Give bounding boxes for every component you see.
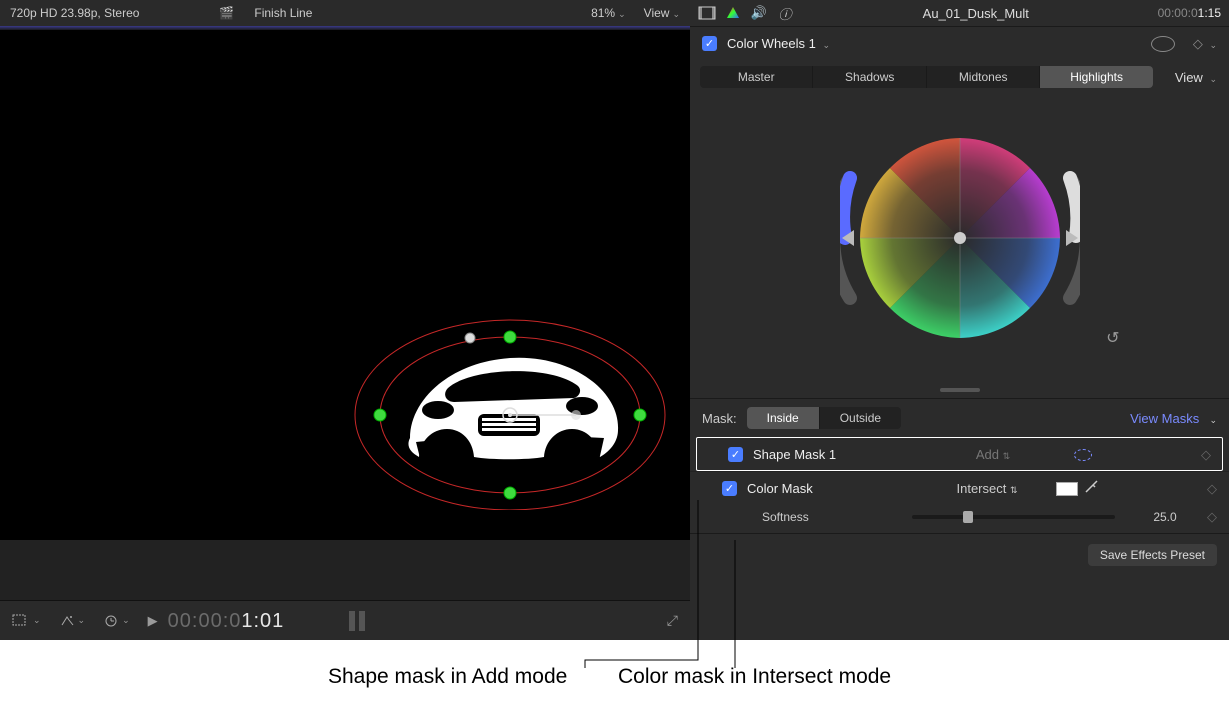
effect-row: ✓ Color Wheels 1 ⌄ ◇ ⌄ — [690, 26, 1229, 60]
wheel-view-menu[interactable]: View ⌄ — [1175, 70, 1217, 85]
retime-menu[interactable]: ⌄ — [103, 614, 130, 628]
tone-tabs: Master Shadows Midtones Highlights — [700, 66, 1153, 88]
mask-outside-button[interactable]: Outside — [820, 407, 901, 429]
enhance-menu[interactable]: ⌄ — [59, 614, 86, 628]
viewer-panel: 720p HD 23.98p, Stereo 🎬 Finish Line 81%… — [0, 0, 690, 640]
format-label: 720p HD 23.98p, Stereo — [10, 6, 139, 20]
eyedropper-icon[interactable] — [1084, 480, 1098, 497]
viewer-timecode[interactable]: 00:00:01:01 — [168, 608, 285, 633]
color-wheel[interactable]: ↺ — [840, 118, 1080, 358]
zoom-menu[interactable]: 81%⌄ — [591, 6, 626, 20]
effect-enabled-checkbox[interactable]: ✓ — [702, 36, 717, 51]
tab-master[interactable]: Master — [700, 66, 813, 88]
clip-title: Finish Line — [254, 6, 591, 20]
shape-mask-name: Shape Mask 1 — [753, 447, 933, 462]
skimmer-indicator — [349, 611, 365, 631]
shape-mask-mode-menu[interactable]: Add ⇅ — [933, 447, 1053, 462]
fullscreen-icon[interactable]: ⤢ — [667, 612, 678, 629]
color-mask-checkbox[interactable]: ✓ — [722, 481, 737, 496]
mask-section: Mask: Inside Outside View Masks ⌄ — [690, 398, 1229, 437]
annotation-color-intersect: Color mask in Intersect mode — [618, 665, 891, 689]
inspector-panel: 🔊 ⓘ Au_01_Dusk_Mult 00:00:01:15 ✓ Color … — [690, 0, 1229, 640]
inspector-header: 🔊 ⓘ Au_01_Dusk_Mult 00:00:01:15 — [690, 0, 1229, 26]
video-inspector-icon[interactable] — [698, 4, 716, 22]
shape-mask-checkbox[interactable]: ✓ — [728, 447, 743, 462]
view-masks-menu[interactable]: View Masks ⌄ — [1130, 411, 1217, 426]
color-mask-keyframe-icon[interactable]: ◇ — [1207, 481, 1217, 497]
softness-value[interactable]: 25.0 — [1135, 510, 1195, 524]
shape-mask-shape-icon[interactable] — [1053, 449, 1113, 461]
view-menu[interactable]: View⌄ — [644, 6, 680, 20]
viewer-footer: ⌄ ⌄ ⌄ ▶ 00:00:01:01 ⤢ — [0, 600, 690, 640]
reset-icon[interactable]: ↺ — [1106, 328, 1119, 348]
clapboard-icon[interactable]: 🎬 — [219, 6, 234, 20]
tab-shadows[interactable]: Shadows — [813, 66, 926, 88]
wheel-tabs-row: Master Shadows Midtones Highlights View … — [690, 60, 1229, 88]
save-effects-preset-button[interactable]: Save Effects Preset — [1088, 544, 1217, 566]
softness-row: Softness 25.0 ◇ — [690, 505, 1229, 533]
color-mask-swatch[interactable] — [1056, 482, 1078, 496]
mask-inside-outside: Inside Outside — [747, 407, 901, 429]
softness-slider[interactable] — [912, 515, 1115, 519]
color-inspector-icon[interactable] — [724, 4, 742, 22]
viewer-header: 720p HD 23.98p, Stereo 🎬 Finish Line 81%… — [0, 0, 690, 26]
inspector-clip-name: Au_01_Dusk_Mult — [802, 6, 1150, 21]
annotation-shape-add: Shape mask in Add mode — [328, 665, 567, 689]
audio-inspector-icon[interactable]: 🔊 — [750, 4, 768, 22]
color-mask-row[interactable]: ✓ Color Mask Intersect ⇅ ◇ — [690, 471, 1229, 505]
mask-label: Mask: — [702, 411, 737, 426]
color-wheel-area: ↺ — [690, 88, 1229, 388]
mask-onscreen-control[interactable] — [350, 310, 670, 510]
mask-inside-button[interactable]: Inside — [747, 407, 820, 429]
save-preset-row: Save Effects Preset — [690, 533, 1229, 576]
shape-mask-row[interactable]: ✓ Shape Mask 1 Add ⇅ ◇ — [696, 437, 1223, 471]
crop-tool-menu[interactable]: ⌄ — [12, 614, 41, 628]
shape-mask-keyframe-icon[interactable]: ◇ — [1201, 447, 1211, 463]
color-mask-name: Color Mask — [747, 481, 927, 496]
color-mask-mode-menu[interactable]: Intersect ⇅ — [927, 481, 1047, 496]
info-inspector-icon[interactable]: ⓘ — [776, 4, 794, 22]
softness-label: Softness — [762, 510, 912, 524]
mask-icon[interactable] — [1151, 36, 1175, 52]
play-button[interactable]: ▶ — [148, 613, 158, 629]
effect-name-menu[interactable]: Color Wheels 1 ⌄ — [727, 36, 1141, 51]
viewer-spacer — [0, 540, 690, 600]
viewer-canvas[interactable] — [0, 30, 690, 540]
keyframe-menu-icon[interactable]: ◇ ⌄ — [1193, 36, 1217, 52]
tab-highlights[interactable]: Highlights — [1040, 66, 1152, 88]
tab-midtones[interactable]: Midtones — [927, 66, 1040, 88]
softness-keyframe-icon[interactable]: ◇ — [1207, 509, 1217, 525]
inspector-timecode: 00:00:01:15 — [1158, 6, 1221, 20]
panel-resize-handle[interactable] — [690, 388, 1229, 398]
